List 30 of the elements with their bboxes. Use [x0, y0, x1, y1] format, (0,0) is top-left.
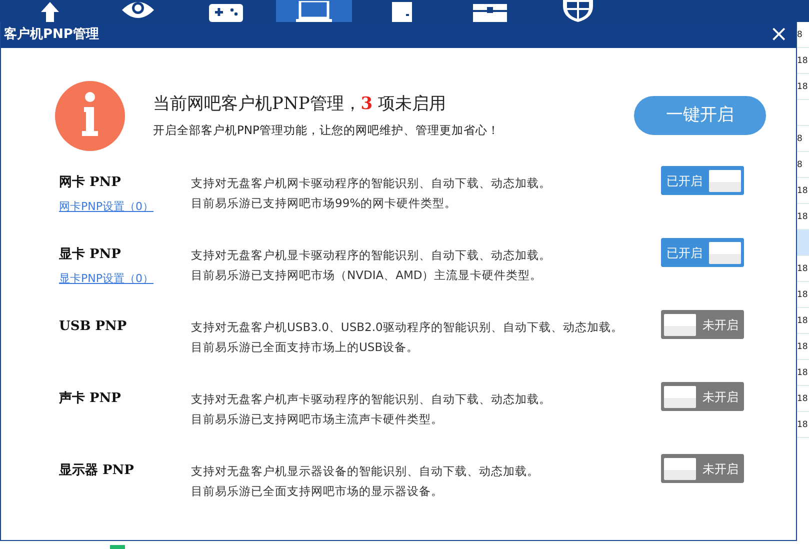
toggle-switch[interactable]: 未开启 [661, 382, 744, 411]
toggle-switch[interactable]: 未开启 [661, 454, 744, 483]
window-title: 客户机PNP管理 [4, 26, 99, 44]
enable-all-button[interactable]: 一键开启 [634, 96, 766, 135]
description-text: 支持对无盘客户机网卡驱动程序的智能识别、自动下载、动态加载。 [191, 175, 552, 192]
description-text: 目前易乐游已支持网吧市场99%的网卡硬件类型。 [191, 195, 458, 212]
description-text: 目前易乐游已支持网吧市场主流声卡硬件类型。 [191, 411, 444, 428]
arrow-icon [41, 0, 59, 22]
description-text: 支持对无盘客户机显卡驱动程序的智能识别、自动下载、动态加载。 [191, 247, 552, 264]
settings-link[interactable]: 显卡PNP设置（0） [59, 270, 154, 287]
header-subtitle: 开启全部客户机PNP管理功能，让您的网吧维护、管理更加省心！ [153, 122, 500, 139]
description-text: 目前易乐游已支持网吧市场（NVDIA、AMD）主流显卡硬件类型。 [191, 267, 544, 284]
monitor-icon [296, 1, 332, 22]
description-text: 目前易乐游已全面支持市场上的USB设备。 [191, 339, 420, 356]
header-title: 当前网吧客户机PNP管理，3 项未启用 [153, 93, 448, 116]
toggle-switch[interactable]: 已开启 [661, 238, 744, 267]
toggle-switch[interactable]: 未开启 [661, 310, 744, 339]
description-text: 支持对无盘客户机显示器设备的智能识别、自动下载、动态加载。 [191, 463, 540, 480]
settings-link[interactable]: 网卡PNP设置（0） [59, 198, 154, 215]
feature-name: 显卡 PNP [59, 246, 122, 264]
description-text: 目前易乐游已全面支持网吧市场的显示器设备。 [191, 483, 444, 500]
toolbar-button[interactable] [276, 0, 352, 22]
feature-name: 声卡 PNP [59, 390, 122, 408]
feature-name: 显示器 PNP [59, 462, 135, 480]
feature-name: 网卡 PNP [59, 174, 122, 192]
description-text: 支持对无盘客户机USB3.0、USB2.0驱动程序的智能识别、自动下载、动态加载。 [191, 319, 621, 336]
feature-name: USB PNP [59, 318, 128, 336]
toggle-switch[interactable]: 已开启 [661, 166, 744, 195]
close-button[interactable]: × [766, 24, 792, 46]
description-text: 支持对无盘客户机声卡驱动程序的智能识别、自动下载、动态加载。 [191, 391, 552, 408]
